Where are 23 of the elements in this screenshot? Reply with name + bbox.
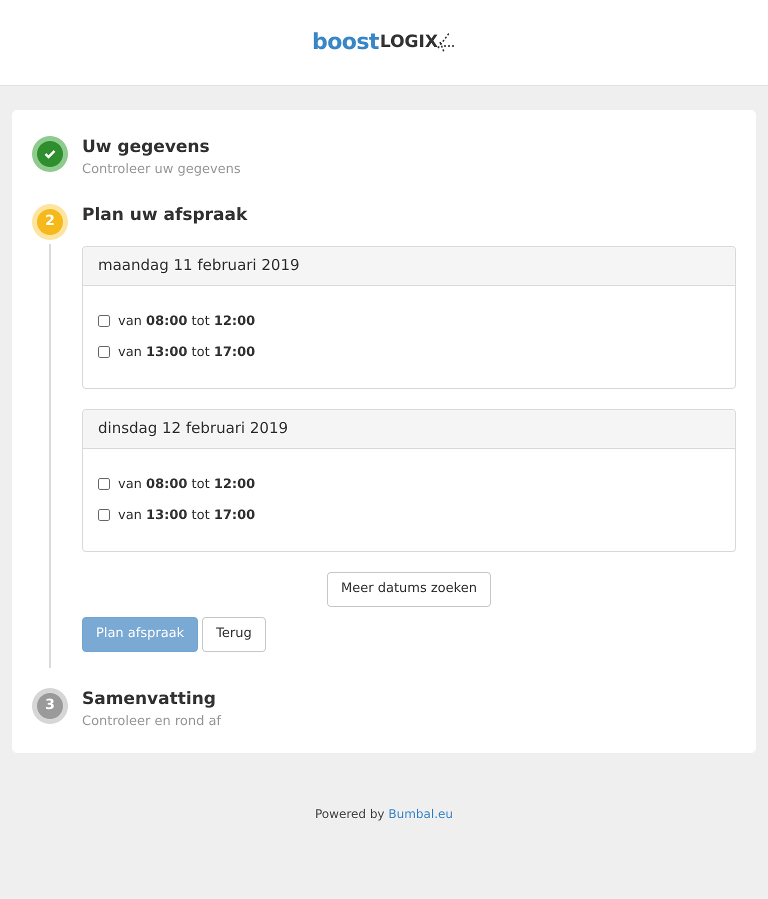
time-slot-label: van 13:00 tot 17:00 xyxy=(118,506,256,524)
step-marker: 2 xyxy=(32,204,68,240)
logo-text: boost xyxy=(312,29,379,57)
day-heading: maandag 11 februari 2019 xyxy=(83,246,735,286)
back-button[interactable]: Terug xyxy=(202,616,266,652)
time-slot-checkbox[interactable] xyxy=(98,315,110,327)
step-title: Plan uw afspraak xyxy=(82,204,248,226)
time-slot-label: van 08:00 tot 12:00 xyxy=(118,312,256,330)
more-dates-button[interactable]: Meer datums zoeken xyxy=(327,572,491,606)
step-marker: 3 xyxy=(32,688,68,724)
time-slot-checkbox[interactable] xyxy=(98,509,110,521)
step-subtitle: Controleer uw gegevens xyxy=(82,161,242,179)
footer-text: Powered by xyxy=(314,807,385,821)
logo-text: LOGIX xyxy=(380,30,438,54)
day-heading: dinsdag 12 februari 2019 xyxy=(83,410,735,448)
time-slot-label: van 13:00 tot 17:00 xyxy=(118,344,256,362)
time-slot-label: van 08:00 tot 12:00 xyxy=(118,476,256,494)
time-slot-checkbox[interactable] xyxy=(98,346,110,358)
time-slot-checkbox[interactable] xyxy=(98,478,110,490)
step-title: Uw gegevens xyxy=(82,136,211,158)
check-icon xyxy=(44,149,56,159)
step-title: Samenvatting xyxy=(82,688,217,710)
step-subtitle: Controleer en rond af xyxy=(82,712,222,730)
